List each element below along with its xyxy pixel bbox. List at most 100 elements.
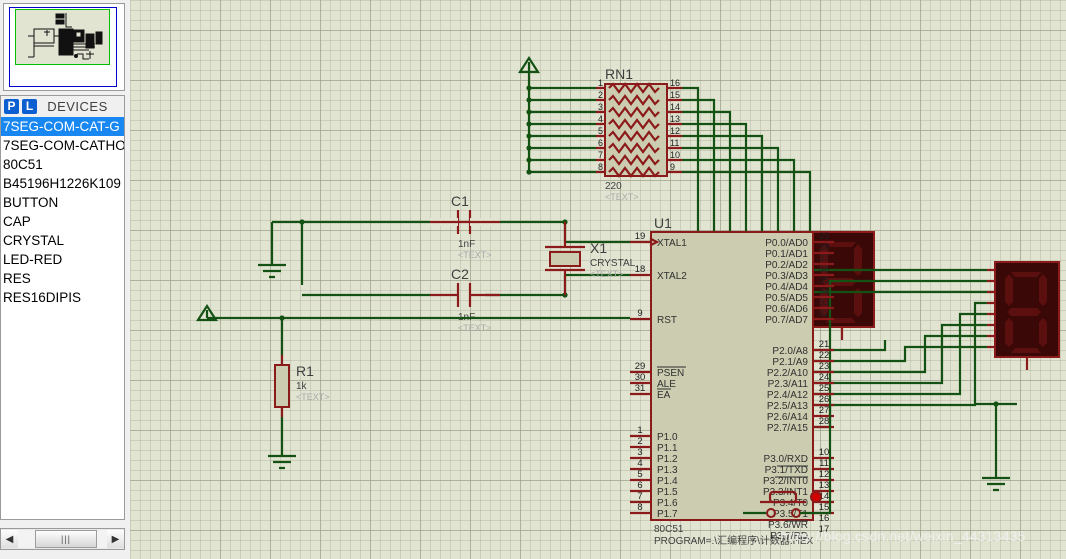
scrollbar-thumb[interactable]: ||| bbox=[35, 530, 97, 548]
svg-text:6: 6 bbox=[637, 480, 642, 491]
svg-text:27: 27 bbox=[819, 405, 830, 416]
svg-text:P3.1/TXD: P3.1/TXD bbox=[765, 465, 808, 476]
device-list-item[interactable]: LED-RED bbox=[1, 250, 124, 269]
device-list-item[interactable]: RES16DIPIS bbox=[1, 288, 124, 307]
svg-text:P3.6/WR: P3.6/WR bbox=[768, 520, 808, 531]
x1-ref-label: X1 bbox=[590, 240, 607, 256]
overview-navigator[interactable] bbox=[3, 3, 125, 91]
svg-text:15: 15 bbox=[670, 90, 680, 100]
svg-text:3: 3 bbox=[637, 447, 642, 458]
library-button[interactable]: L bbox=[22, 99, 37, 114]
svg-text:1: 1 bbox=[598, 78, 603, 88]
svg-text:1: 1 bbox=[637, 425, 642, 436]
device-list-item[interactable]: CAP bbox=[1, 212, 124, 231]
svg-text:EA: EA bbox=[657, 390, 671, 401]
svg-text:2: 2 bbox=[637, 436, 642, 447]
ground-symbol-xtal bbox=[258, 263, 286, 279]
svg-text:XTAL2: XTAL2 bbox=[657, 271, 687, 282]
svg-text:39: 39 bbox=[819, 231, 830, 242]
device-list-item[interactable]: CRYSTAL bbox=[1, 231, 124, 250]
c2-text-label: <TEXT> bbox=[458, 323, 492, 333]
svg-text:9: 9 bbox=[670, 162, 675, 172]
scroll-right-arrow-icon[interactable]: ▶ bbox=[107, 530, 124, 548]
svg-text:38: 38 bbox=[819, 242, 830, 253]
u1-right-pin-numbers: 39383736 35343332 21222324 25262728 1011… bbox=[819, 231, 830, 535]
schematic-canvas[interactable]: .w{stroke:#145214;stroke-width:2.2;fill:… bbox=[130, 0, 1066, 559]
svg-text:17: 17 bbox=[819, 524, 830, 535]
u1-right-pin-names: P0.0/AD0P0.1/AD1P0.2/AD2P0.3/AD3 P0.4/AD… bbox=[763, 238, 808, 531]
svg-text:P2.0/A8: P2.0/A8 bbox=[772, 346, 808, 357]
r1-ref-label: R1 bbox=[296, 363, 314, 379]
7seg-display-right[interactable] bbox=[987, 261, 1060, 370]
svg-text:16: 16 bbox=[670, 78, 680, 88]
svg-text:P2.5/A13: P2.5/A13 bbox=[767, 401, 809, 412]
pick-device-button[interactable]: P bbox=[4, 99, 19, 114]
devices-list[interactable]: 7SEG-COM-CAT-G 7SEG-COM-CATHO 80C51 B451… bbox=[0, 117, 125, 520]
overview-thumbnail bbox=[28, 13, 103, 60]
svg-text:10: 10 bbox=[819, 447, 830, 458]
svg-text:P2.1/A9: P2.1/A9 bbox=[772, 357, 808, 368]
rn1-resistor-network[interactable]: RN1 220 <TEXT> 1234 5678 16151413 121110… bbox=[596, 66, 682, 202]
device-list-item[interactable]: 7SEG-COM-CATHO bbox=[1, 136, 124, 155]
svg-text:26: 26 bbox=[819, 394, 830, 405]
svg-text:37: 37 bbox=[819, 253, 830, 264]
svg-text:P0.0/AD0: P0.0/AD0 bbox=[765, 238, 808, 249]
svg-text:2: 2 bbox=[598, 90, 603, 100]
proteus-window: P L DEVICES 7SEG-COM-CAT-G 7SEG-COM-CATH… bbox=[0, 0, 1066, 559]
devices-panel-title: DEVICES bbox=[47, 99, 108, 114]
svg-text:30: 30 bbox=[635, 372, 646, 383]
svg-text:28: 28 bbox=[819, 416, 830, 427]
svg-text:21: 21 bbox=[819, 339, 830, 350]
button-indicator-icon bbox=[810, 491, 822, 503]
svg-text:P3.0/RXD: P3.0/RXD bbox=[764, 454, 808, 465]
svg-text:11: 11 bbox=[670, 138, 679, 148]
svg-text:5: 5 bbox=[637, 469, 642, 480]
device-list-item[interactable]: B45196H1226K109 bbox=[1, 174, 124, 193]
svg-text:36: 36 bbox=[819, 264, 830, 275]
svg-text:P0.4/AD4: P0.4/AD4 bbox=[765, 282, 808, 293]
svg-text:14: 14 bbox=[670, 102, 680, 112]
svg-text:8: 8 bbox=[598, 162, 603, 172]
vcc-net-rn1 bbox=[517, 55, 596, 175]
svg-text:8: 8 bbox=[637, 502, 642, 513]
svg-text:11: 11 bbox=[819, 458, 829, 469]
scroll-left-arrow-icon[interactable]: ◀ bbox=[1, 530, 18, 548]
svg-text:P3.2/INT0: P3.2/INT0 bbox=[763, 476, 808, 487]
device-list-item[interactable]: 80C51 bbox=[1, 155, 124, 174]
svg-text:P1.3: P1.3 bbox=[657, 465, 678, 476]
svg-text:31: 31 bbox=[635, 383, 646, 394]
c1-value-label: 1nF bbox=[458, 239, 475, 250]
device-list-item[interactable]: 7SEG-COM-CAT-G bbox=[1, 117, 124, 136]
crystal-oscillator-network[interactable]: C1 1nF <TEXT> C2 1nF <TEXT> X1 CRYSTAL <… bbox=[258, 193, 636, 333]
svg-text:12: 12 bbox=[670, 126, 680, 136]
svg-text:4: 4 bbox=[598, 114, 603, 124]
svg-text:P1.5: P1.5 bbox=[657, 487, 678, 498]
device-list-item[interactable]: BUTTON bbox=[1, 193, 124, 212]
schematic-drawing[interactable]: .w{stroke:#145214;stroke-width:2.2;fill:… bbox=[130, 0, 1066, 559]
svg-text:P2.2/A10: P2.2/A10 bbox=[767, 368, 809, 379]
rn1-value-label: 220 bbox=[605, 181, 622, 192]
svg-text:P2.7/A15: P2.7/A15 bbox=[767, 423, 809, 434]
horizontal-scrollbar[interactable]: ◀ ||| ▶ bbox=[0, 528, 125, 550]
u1-part-label: 80C51 bbox=[654, 524, 684, 535]
reset-network[interactable]: R1 1k <TEXT> bbox=[195, 303, 630, 470]
svg-text:PSEN: PSEN bbox=[657, 368, 684, 379]
c1-text-label: <TEXT> bbox=[458, 250, 492, 260]
c2-ref-label: C2 bbox=[451, 266, 469, 282]
u1-microcontroller[interactable]: U1 80C51 PROGRAM=.\汇编程序\计数器.HEX 19189 29… bbox=[630, 215, 834, 547]
svg-text:P1.2: P1.2 bbox=[657, 454, 678, 465]
svg-text:34: 34 bbox=[819, 286, 830, 297]
x1-text-label: <TEXT> bbox=[590, 269, 624, 279]
svg-text:P0.5/AD5: P0.5/AD5 bbox=[765, 293, 808, 304]
u1-left-pin-numbers: 19 18 9 293031 1234 5678 bbox=[635, 231, 646, 513]
scrollbar-track[interactable]: ||| bbox=[18, 530, 107, 548]
x1-value-label: CRYSTAL bbox=[590, 258, 636, 269]
svg-text:33: 33 bbox=[819, 297, 830, 308]
ground-symbol-p2 bbox=[975, 401, 1017, 492]
svg-text:13: 13 bbox=[819, 480, 830, 491]
svg-text:10: 10 bbox=[670, 150, 680, 160]
svg-text:3: 3 bbox=[598, 102, 603, 112]
device-list-item[interactable]: RES bbox=[1, 269, 124, 288]
r1-value-label: 1k bbox=[296, 381, 308, 392]
svg-text:P2.4/A12: P2.4/A12 bbox=[767, 390, 809, 401]
